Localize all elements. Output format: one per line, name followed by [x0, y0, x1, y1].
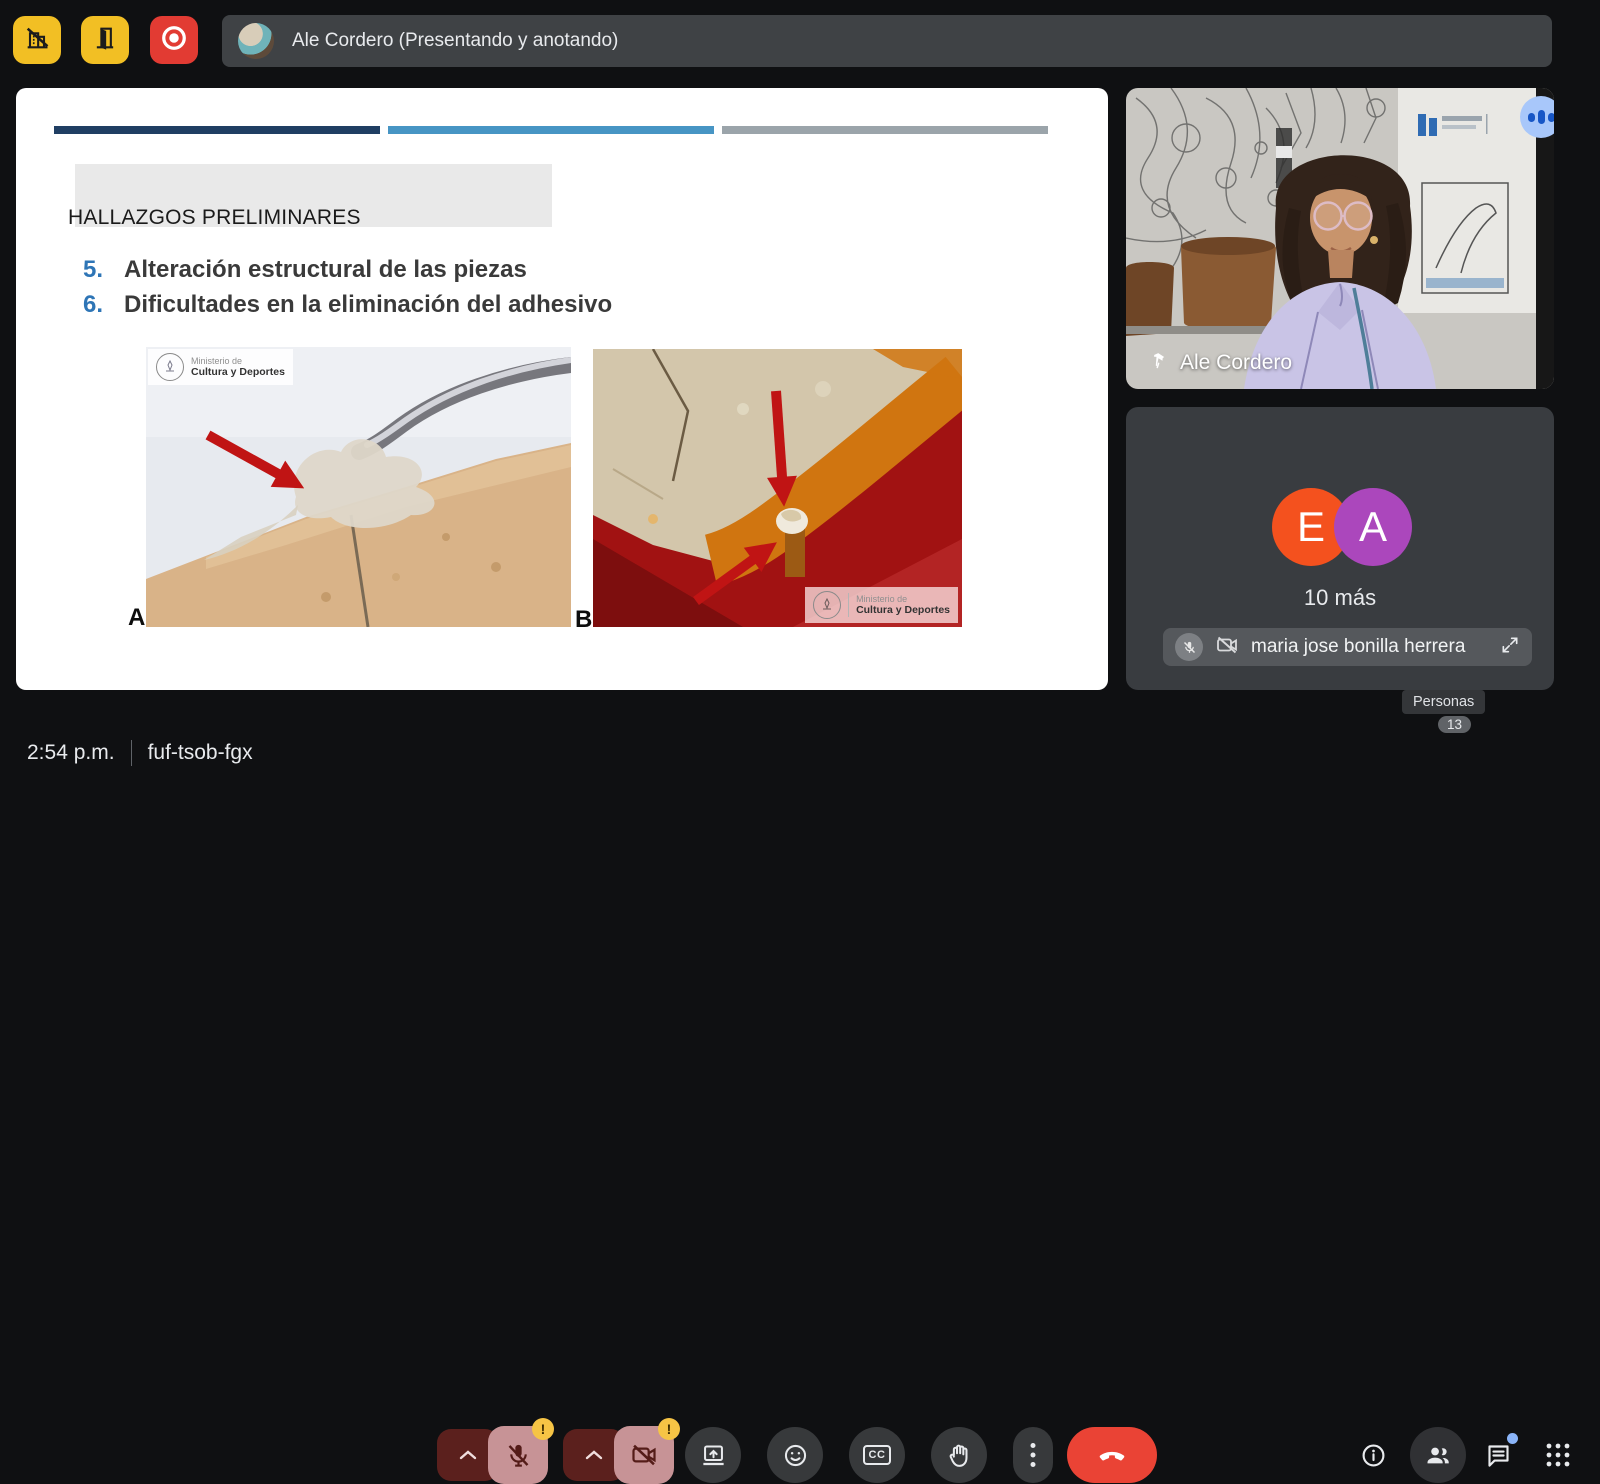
chat-notification-dot [1507, 1433, 1518, 1444]
watermark-line2: Cultura y Deportes [191, 366, 285, 378]
more-vertical-icon [1030, 1442, 1036, 1468]
emoji-smile-icon [782, 1442, 809, 1469]
slide-bar-gray [722, 126, 1048, 134]
camera-off-icon [1215, 633, 1239, 662]
chat-icon [1485, 1442, 1512, 1469]
info-icon [1360, 1442, 1387, 1469]
people-icon [1424, 1441, 1452, 1469]
closed-captions-icon: CC [863, 1445, 892, 1465]
grid-icon [1545, 1442, 1571, 1468]
slide-figure-b: Ministerio de Cultura y Deportes [593, 349, 962, 627]
apps-grid-button[interactable] [1530, 1427, 1586, 1483]
people-count-badge: 13 [1438, 716, 1471, 733]
camera-toggle-button[interactable]: ! [614, 1426, 674, 1484]
meeting-info: 2:54 p.m. fuf-tsob-fgx [27, 700, 253, 805]
door-tool-button[interactable] [81, 16, 129, 64]
chevron-up-icon [459, 1450, 477, 1460]
active-speaker-name: maria jose bonilla herrera [1251, 636, 1488, 658]
chevron-up-icon [585, 1450, 603, 1460]
raise-hand-button[interactable] [931, 1427, 987, 1483]
figure-a-label: A [128, 604, 145, 632]
end-call-button[interactable] [1067, 1427, 1157, 1483]
participant-name: Ale Cordero [1180, 351, 1292, 375]
slide-decorative-bars [54, 126, 1048, 134]
presenter-avatar [238, 23, 274, 59]
watermark-line1: Ministerio de [856, 594, 950, 604]
people-tooltip: Personas [1402, 690, 1485, 714]
webcam-video [1126, 88, 1554, 389]
participants-overflow-tile[interactable]: E A 10 más maria jose bonilla herrera [1126, 407, 1554, 690]
door-open-icon [91, 24, 119, 57]
clock-time: 2:54 p.m. [27, 741, 115, 765]
building-slash-icon [23, 24, 51, 57]
captions-button[interactable]: CC [849, 1427, 905, 1483]
watermark-line2: Cultura y Deportes [856, 604, 950, 616]
raise-hand-icon [946, 1442, 973, 1469]
camera-alert-badge: ! [658, 1418, 680, 1440]
ministry-logo-icon [813, 591, 841, 619]
list-item: 5. Alteración estructural de las piezas [83, 256, 612, 284]
record-tool-button[interactable] [150, 16, 198, 64]
meeting-control-bar: 2:54 p.m. fuf-tsob-fgx ! ! [0, 700, 1600, 805]
more-options-button[interactable] [1013, 1427, 1053, 1483]
record-icon [159, 23, 189, 58]
avatar-letter: E [1297, 503, 1325, 551]
video-tile-ale-cordero[interactable]: Ale Cordero [1126, 88, 1554, 389]
shared-screen-presentation: HALLAZGOS PRELIMINARES 5. Alteración est… [16, 88, 1108, 690]
present-screen-button[interactable] [685, 1427, 741, 1483]
mic-off-icon [505, 1442, 532, 1469]
meeting-details-button[interactable] [1345, 1427, 1401, 1483]
mic-alert-badge: ! [532, 1418, 554, 1440]
pin-icon [1148, 349, 1168, 377]
present-screen-icon [700, 1442, 727, 1469]
figure-b-label: B [575, 606, 592, 634]
list-item-text: Dificultades en la eliminación del adhes… [124, 291, 612, 319]
avatar: A [1334, 488, 1412, 566]
ministry-watermark: Ministerio de Cultura y Deportes [805, 587, 958, 623]
camera-off-icon [630, 1441, 658, 1469]
figure-b-photo [593, 349, 962, 627]
video-tile-name-row: Ale Cordero [1148, 349, 1292, 377]
list-item-text: Alteración estructural de las piezas [124, 256, 527, 284]
list-item-number: 6. [83, 291, 124, 319]
divider [131, 740, 132, 766]
mic-toggle-button[interactable]: ! [488, 1426, 548, 1484]
more-participants-label: 10 más [1126, 585, 1554, 611]
slide-title: HALLAZGOS PRELIMINARES [68, 206, 361, 230]
audio-level-indicator-icon [1520, 96, 1554, 138]
list-item: 6. Dificultades en la eliminación del ad… [83, 291, 612, 319]
slide-numbered-list: 5. Alteración estructural de las piezas … [83, 256, 612, 319]
show-people-button[interactable] [1410, 1427, 1466, 1483]
watermark-line1: Ministerio de [191, 356, 285, 366]
active-speaker-pill[interactable]: maria jose bonilla herrera [1163, 628, 1532, 666]
slide-bar-blue [388, 126, 714, 134]
ministry-logo-icon [156, 353, 184, 381]
call-end-icon [1097, 1440, 1127, 1470]
meeting-code: fuf-tsob-fgx [148, 741, 253, 765]
presenter-label: Ale Cordero (Presentando y anotando) [292, 30, 618, 52]
ministry-watermark: Ministerio de Cultura y Deportes [148, 349, 293, 385]
top-bar: Ale Cordero (Presentando y anotando) [0, 0, 1600, 82]
list-item-number: 5. [83, 256, 124, 284]
annotation-tool-button[interactable] [13, 16, 61, 64]
expand-icon[interactable] [1500, 635, 1520, 660]
reactions-button[interactable] [767, 1427, 823, 1483]
presenter-banner[interactable]: Ale Cordero (Presentando y anotando) [222, 15, 1552, 67]
chat-button[interactable] [1470, 1427, 1526, 1483]
mic-muted-icon [1175, 633, 1203, 661]
avatar-letter: A [1359, 503, 1387, 551]
figure-a-photo [146, 347, 571, 627]
slide-figure-a: Ministerio de Cultura y Deportes [146, 347, 571, 627]
slide-bar-navy [54, 126, 380, 134]
